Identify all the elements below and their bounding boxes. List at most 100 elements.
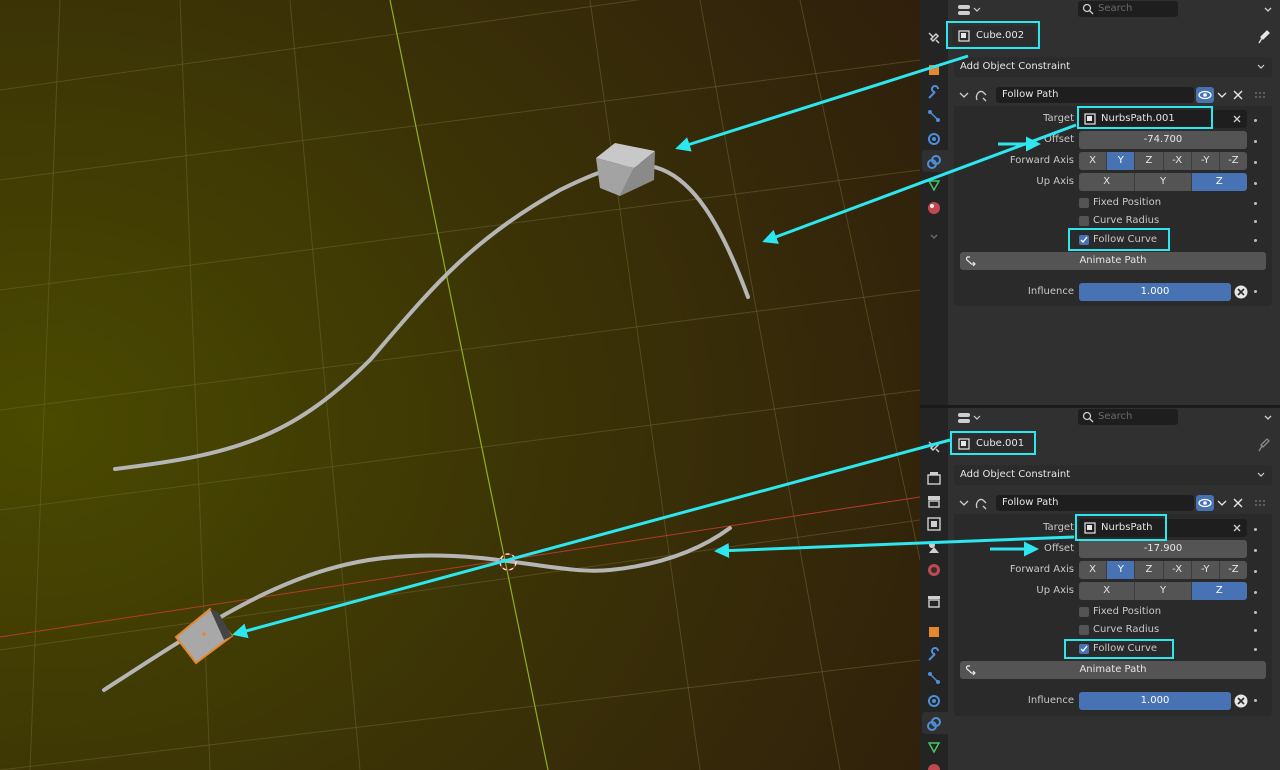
forward-axis-neg-z[interactable]: -Z <box>1219 152 1247 170</box>
animate-dot[interactable] <box>1254 648 1257 651</box>
animate-dot[interactable] <box>1254 220 1257 223</box>
object-data-icon[interactable] <box>926 177 942 193</box>
curve-radius-checkbox[interactable]: Curve Radius <box>1079 213 1159 229</box>
animate-dot[interactable] <box>1254 119 1257 122</box>
visibility-toggle[interactable] <box>1196 87 1214 103</box>
forward-axis-x[interactable]: X <box>1079 561 1108 579</box>
viewport-scene[interactable] <box>0 0 920 770</box>
editor-type-icon[interactable] <box>958 3 984 17</box>
forward-axis-neg-x[interactable]: -X <box>1163 152 1192 170</box>
disable-keep-transform-icon[interactable] <box>1234 285 1248 299</box>
view-layer-icon[interactable] <box>926 516 942 532</box>
animate-dot[interactable] <box>1254 591 1257 594</box>
animate-path-button[interactable]: Animate Path <box>960 252 1266 270</box>
up-axis-x[interactable]: X <box>1079 582 1136 600</box>
offset-field[interactable]: -17.900 <box>1079 540 1247 558</box>
particles-icon[interactable] <box>926 670 942 686</box>
animate-dot[interactable] <box>1254 202 1257 205</box>
scene-icon[interactable] <box>926 539 942 555</box>
object-name-field[interactable]: Cube.002 <box>952 26 1036 46</box>
up-axis-x[interactable]: X <box>1079 173 1136 191</box>
offset-field[interactable]: -74.700 <box>1079 131 1247 149</box>
target-field[interactable]: NurbsPath.001 <box>1079 110 1247 128</box>
dropdown-chevron-icon[interactable] <box>1216 89 1228 101</box>
world-icon[interactable] <box>926 562 942 578</box>
drag-handle-icon[interactable] <box>1254 497 1266 509</box>
collapse-chevron-icon[interactable] <box>958 89 970 101</box>
modifier-wrench-icon[interactable] <box>926 85 942 101</box>
pin-icon[interactable] <box>1258 30 1270 44</box>
forward-axis-neg-y[interactable]: -Y <box>1191 152 1220 170</box>
forward-axis-x[interactable]: X <box>1079 152 1108 170</box>
object-icon[interactable] <box>926 62 942 78</box>
clear-target-icon[interactable] <box>1232 114 1242 124</box>
tool-icon[interactable] <box>926 30 942 46</box>
animate-dot[interactable] <box>1254 629 1257 632</box>
curve-radius-checkbox[interactable]: Curve Radius <box>1079 622 1159 638</box>
forward-axis-neg-x[interactable]: -X <box>1163 561 1192 579</box>
close-icon[interactable] <box>1232 497 1244 509</box>
animate-dot[interactable] <box>1254 570 1257 573</box>
output-icon[interactable] <box>926 493 942 509</box>
fixed-position-checkbox[interactable]: Fixed Position <box>1079 604 1161 620</box>
up-axis-z[interactable]: Z <box>1191 173 1247 191</box>
disable-keep-transform-icon[interactable] <box>1234 694 1248 708</box>
object-name-field[interactable]: Cube.001 <box>952 434 1036 454</box>
animate-path-button[interactable]: Animate Path <box>960 661 1266 679</box>
forward-axis-z[interactable]: Z <box>1135 152 1164 170</box>
animate-dot[interactable] <box>1254 549 1257 552</box>
target-field[interactable]: NurbsPath <box>1079 519 1247 537</box>
animate-dot[interactable] <box>1254 699 1257 702</box>
constraint-name-field[interactable]: Follow Path <box>996 87 1194 103</box>
animate-dot[interactable] <box>1254 140 1257 143</box>
constraint-icon[interactable] <box>926 154 942 170</box>
material-icon[interactable] <box>926 762 942 770</box>
animate-dot[interactable] <box>1254 290 1257 293</box>
tool-icon[interactable] <box>926 439 942 455</box>
up-axis-z[interactable]: Z <box>1191 582 1247 600</box>
physics-icon[interactable] <box>926 131 942 147</box>
animate-dot[interactable] <box>1254 239 1257 242</box>
visibility-toggle[interactable] <box>1196 495 1214 511</box>
collection-icon[interactable] <box>926 593 942 609</box>
clear-target-icon[interactable] <box>1232 523 1242 533</box>
constraint-icon[interactable] <box>926 716 942 732</box>
animate-dot[interactable] <box>1254 182 1257 185</box>
up-axis-y[interactable]: Y <box>1135 582 1192 600</box>
3d-viewport[interactable] <box>0 0 920 770</box>
dropdown-chevron-icon[interactable] <box>1216 497 1228 509</box>
influence-slider[interactable]: 1.000 <box>1079 283 1231 301</box>
forward-axis-y[interactable]: Y <box>1107 561 1136 579</box>
forward-axis-neg-z[interactable]: -Z <box>1219 561 1247 579</box>
fixed-position-checkbox[interactable]: Fixed Position <box>1079 195 1161 211</box>
particles-icon[interactable] <box>926 108 942 124</box>
object-icon[interactable] <box>926 624 942 640</box>
animate-dot[interactable] <box>1254 161 1257 164</box>
pin-icon[interactable] <box>1258 438 1270 452</box>
constraint-name-field[interactable]: Follow Path <box>996 495 1194 511</box>
options-chevron-icon[interactable] <box>1262 411 1274 423</box>
animate-dot[interactable] <box>1254 611 1257 614</box>
render-icon[interactable] <box>926 470 942 486</box>
search-input[interactable]: Search <box>1078 1 1178 17</box>
add-object-constraint-dropdown[interactable]: Add Object Constraint <box>954 465 1272 485</box>
forward-axis-z[interactable]: Z <box>1135 561 1164 579</box>
options-chevron-icon[interactable] <box>1262 3 1274 15</box>
search-input[interactable]: Search <box>1078 409 1178 425</box>
material-icon[interactable] <box>926 200 942 216</box>
forward-axis-y[interactable]: Y <box>1107 152 1136 170</box>
close-icon[interactable] <box>1232 89 1244 101</box>
animate-dot[interactable] <box>1254 528 1257 531</box>
influence-slider[interactable]: 1.000 <box>1079 692 1231 710</box>
follow-curve-checkbox[interactable]: Follow Curve <box>1079 641 1157 657</box>
expand-more-icon[interactable] <box>926 228 942 244</box>
forward-axis-neg-y[interactable]: -Y <box>1191 561 1220 579</box>
physics-icon[interactable] <box>926 693 942 709</box>
up-axis-y[interactable]: Y <box>1135 173 1192 191</box>
add-object-constraint-dropdown[interactable]: Add Object Constraint <box>954 57 1272 77</box>
editor-type-icon[interactable] <box>958 411 984 425</box>
collapse-chevron-icon[interactable] <box>958 497 970 509</box>
drag-handle-icon[interactable] <box>1254 89 1266 101</box>
follow-curve-checkbox[interactable]: Follow Curve <box>1079 232 1157 248</box>
modifier-wrench-icon[interactable] <box>926 647 942 663</box>
